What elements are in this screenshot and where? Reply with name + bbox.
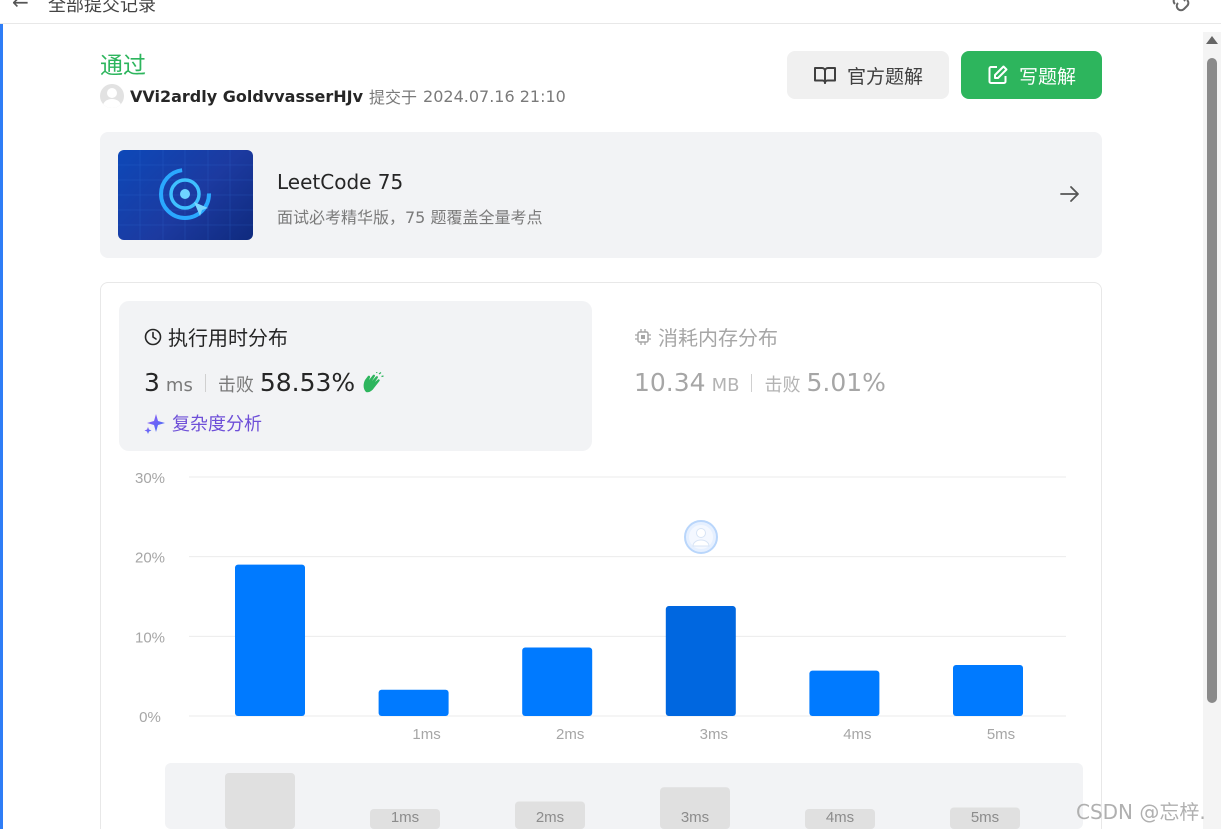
watermark: CSDN @忘梓. xyxy=(1076,800,1206,824)
y-tick-label: 10% xyxy=(135,629,165,646)
y-tick-label: 0% xyxy=(139,709,161,726)
x-tick-label: 4ms xyxy=(843,726,871,743)
x-tick-label: 3ms xyxy=(700,726,728,743)
x-tick-label: 2ms xyxy=(556,726,584,743)
chart-grid xyxy=(189,476,1066,717)
y-tick-label: 30% xyxy=(135,470,165,487)
chart-bar-4ms[interactable] xyxy=(809,670,880,716)
chart-bar-2ms[interactable] xyxy=(522,647,593,716)
chart-bar-1ms[interactable] xyxy=(378,689,449,716)
y-tick-label: 20% xyxy=(135,550,165,567)
chart-bar-3ms[interactable] xyxy=(665,606,736,716)
chart-bars xyxy=(235,564,1023,716)
x-tick-label: 1ms xyxy=(412,726,440,743)
current-submission-marker xyxy=(684,520,718,554)
range-selector[interactable] xyxy=(165,763,1083,829)
runtime-distribution-chart: 0% 10% 20% 30% 1ms 2ms 3ms 4ms 5ms xyxy=(135,470,1066,743)
x-tick-label: 5ms xyxy=(987,726,1015,743)
chart-bar-5ms[interactable] xyxy=(953,665,1023,716)
chart-bar-first[interactable] xyxy=(235,564,305,716)
